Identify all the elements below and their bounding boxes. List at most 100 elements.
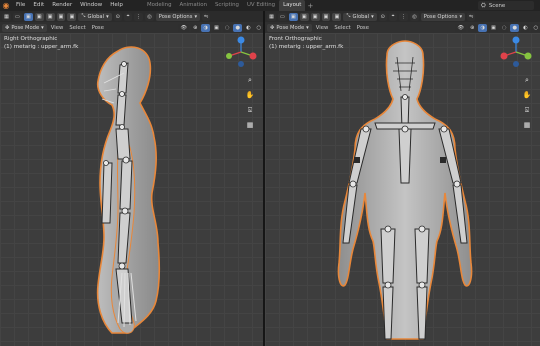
character-mesh-side[interactable] [0, 33, 263, 346]
shading-material-icon[interactable]: ◐ [243, 23, 253, 32]
menu-help[interactable]: Help [106, 0, 127, 11]
menu-edit[interactable]: Edit [29, 0, 48, 11]
navigation-gizmo[interactable] [224, 36, 258, 68]
overlay-toggle-icon[interactable]: ◑ [478, 23, 487, 32]
pose-options-label: Pose Options [158, 13, 193, 20]
select-mode-new-icon[interactable]: ▣ [23, 12, 33, 21]
pivot-icon[interactable]: ⊙ [378, 12, 388, 21]
axis-z-neg-icon [513, 61, 519, 67]
viewport-3d-right[interactable]: Front Orthographic (1) metarig : upper_a… [265, 33, 540, 346]
zoom-icon[interactable]: ⌕ [522, 75, 532, 85]
xray-icon[interactable]: ▣ [488, 23, 498, 32]
shading-wireframe-icon[interactable]: ◌ [499, 23, 509, 32]
editor-type-icon[interactable]: ▦ [267, 12, 276, 21]
select-mode-intersect-icon[interactable]: ▣ [332, 12, 342, 21]
orientation-dropdown[interactable]: ⤡ Global ▾ [343, 12, 377, 21]
mirror-icon[interactable]: ⇋ [202, 12, 211, 21]
menu-file[interactable]: File [12, 0, 29, 11]
shading-solid-icon[interactable]: ● [510, 23, 519, 32]
menu-render[interactable]: Render [48, 0, 76, 11]
nipple-bone-left [354, 157, 360, 163]
pose-options-label: Pose Options [423, 13, 458, 20]
tab-animation[interactable]: Animation [176, 0, 211, 11]
viewport-nav-buttons: ⌕ ✋ ⌺ ▦ [245, 75, 255, 130]
select-mode-extend-icon[interactable]: ▣ [34, 12, 44, 21]
proportional-icon[interactable]: ◎ [145, 12, 154, 21]
shading-wireframe-icon[interactable]: ◌ [222, 23, 232, 32]
chevron-down-icon: ▾ [106, 13, 109, 20]
xray-icon[interactable]: ▣ [211, 23, 221, 32]
axis-z-icon [512, 36, 520, 44]
axis-y-icon [524, 52, 532, 60]
select-mode-subtract-icon[interactable]: ▣ [45, 12, 55, 21]
visibility-icon[interactable]: 👁 [455, 23, 467, 32]
pose-options-dropdown[interactable]: Pose Options ▾ [155, 12, 201, 21]
axis-z-icon [237, 36, 245, 44]
camera-icon[interactable]: ⌺ [522, 105, 532, 115]
tab-scripting[interactable]: Scripting [211, 0, 243, 11]
shading-solid-icon[interactable]: ● [233, 23, 242, 32]
zoom-icon[interactable]: ⌕ [245, 75, 255, 85]
menu-pose[interactable]: Pose [355, 25, 371, 31]
editor-type-icon[interactable]: ▦ [2, 12, 11, 21]
top-menu-bar: ◉ File Edit Render Window Help Modeling … [0, 0, 540, 11]
viewport-3d-left[interactable]: Right Orthographic (1) metarig : upper_a… [0, 33, 263, 346]
overlay-toggle-icon[interactable]: ◑ [201, 23, 210, 32]
snap-target-icon[interactable]: ⋮ [399, 12, 409, 21]
camera-icon[interactable]: ⌺ [245, 105, 255, 115]
viewport-editor-right: ▦ ▭ ▣ ▣ ▣ ▣ ▣ ⤡ Global ▾ ⊙ ⌖ ⋮ ◎ Pose Opti… [265, 11, 540, 346]
select-mode-invert-icon[interactable]: ▣ [56, 12, 66, 21]
proportional-icon[interactable]: ◎ [410, 12, 419, 21]
mode-dropdown[interactable]: ✥ Pose Mode ▾ [267, 23, 312, 32]
chevron-down-icon: ▾ [41, 24, 44, 31]
gizmo-toggle-icon[interactable]: ⊕ [468, 23, 477, 32]
pivot-icon[interactable]: ⊙ [113, 12, 123, 21]
menu-view[interactable]: View [49, 25, 66, 31]
menu-view[interactable]: View [314, 25, 331, 31]
shading-rendered-icon[interactable]: ○ [531, 23, 540, 32]
select-box-icon[interactable]: ▭ [12, 12, 22, 21]
pan-hand-icon[interactable]: ✋ [522, 90, 532, 100]
orientation-label: Global [352, 13, 370, 20]
chevron-down-icon: ▾ [371, 13, 374, 20]
snap-icon[interactable]: ⌖ [389, 12, 398, 21]
viewport-nav-buttons: ⌕ ✋ ⌺ ▦ [522, 75, 532, 130]
nipple-bone-right [440, 157, 446, 163]
axis-y-neg-icon [226, 53, 232, 59]
scene-selector[interactable]: ⛭ Scene [478, 1, 534, 10]
menu-window[interactable]: Window [76, 0, 106, 11]
select-box-icon[interactable]: ▭ [277, 12, 287, 21]
character-mesh-front[interactable] [265, 33, 540, 346]
select-mode-intersect-icon[interactable]: ▣ [67, 12, 77, 21]
snap-icon[interactable]: ⌖ [124, 12, 133, 21]
axis-x-icon [249, 52, 257, 60]
select-mode-invert-icon[interactable]: ▣ [321, 12, 331, 21]
grid-ortho-icon[interactable]: ▦ [245, 120, 255, 130]
orientation-dropdown[interactable]: ⤡ Global ▾ [78, 12, 112, 21]
pan-hand-icon[interactable]: ✋ [245, 90, 255, 100]
tab-layout[interactable]: Layout [279, 0, 306, 11]
add-workspace-icon[interactable]: + [305, 2, 315, 10]
menu-select[interactable]: Select [332, 25, 352, 31]
grid-ortho-icon[interactable]: ▦ [522, 120, 532, 130]
shading-material-icon[interactable]: ◐ [520, 23, 530, 32]
select-mode-subtract-icon[interactable]: ▣ [310, 12, 320, 21]
menu-select[interactable]: Select [67, 25, 87, 31]
navigation-gizmo[interactable] [499, 36, 533, 68]
axes-icon: ⤡ [346, 13, 351, 19]
gizmo-toggle-icon[interactable]: ⊕ [191, 23, 200, 32]
shading-rendered-icon[interactable]: ○ [254, 23, 263, 32]
axis-x-icon [500, 52, 508, 60]
mirror-icon[interactable]: ⇋ [467, 12, 476, 21]
menu-pose[interactable]: Pose [90, 25, 106, 31]
select-mode-new-icon[interactable]: ▣ [288, 12, 298, 21]
select-mode-extend-icon[interactable]: ▣ [299, 12, 309, 21]
blender-logo-icon[interactable]: ◉ [0, 0, 12, 11]
visibility-icon[interactable]: 👁 [178, 23, 190, 32]
tab-modeling[interactable]: Modeling [143, 0, 176, 11]
pose-options-dropdown[interactable]: Pose Options ▾ [420, 12, 466, 21]
snap-target-icon[interactable]: ⋮ [134, 12, 144, 21]
mode-dropdown[interactable]: ✥ Pose Mode ▾ [2, 23, 47, 32]
tab-uv-editing[interactable]: UV Editing [243, 0, 279, 11]
pose-mode-icon: ✥ [270, 24, 275, 31]
